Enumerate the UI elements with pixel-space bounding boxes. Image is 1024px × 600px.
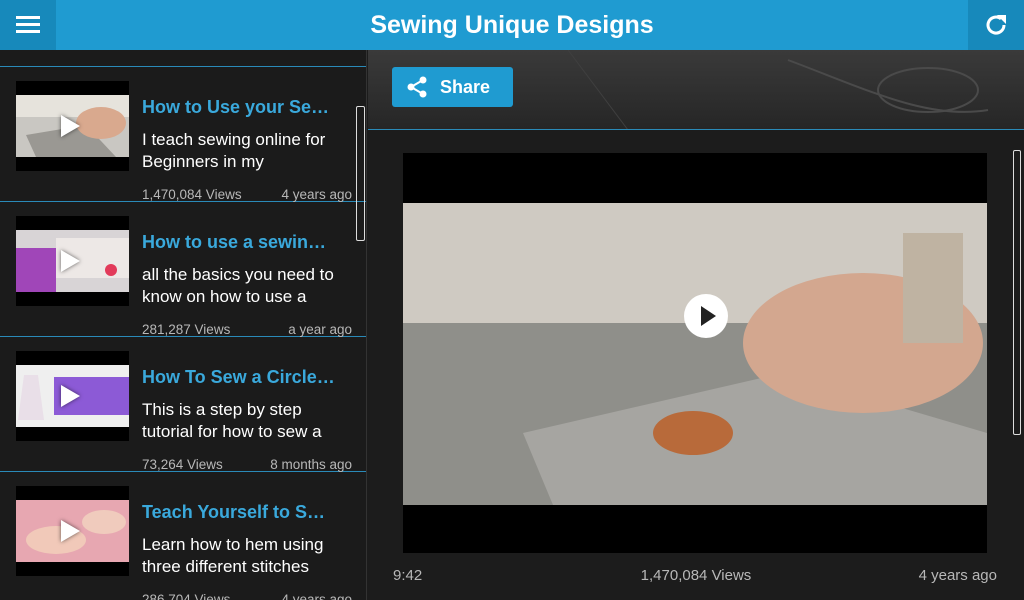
video-list[interactable]: How to Use your Se… I teach sewing onlin… <box>0 50 367 600</box>
app-title: Sewing Unique Designs <box>370 11 654 39</box>
video-thumbnail[interactable] <box>16 216 129 306</box>
panel-scrollbar[interactable] <box>1013 150 1021 435</box>
video-description: all the basics you need to know on how t… <box>142 265 334 306</box>
video-list-item[interactable]: How to Use your Se… I teach sewing onlin… <box>0 67 366 202</box>
video-title[interactable]: How To Sew a Circle… <box>142 367 352 388</box>
video-title[interactable]: Teach Yourself to S… <box>142 502 352 523</box>
play-icon <box>61 115 80 137</box>
video-age: a year ago <box>288 322 352 337</box>
video-thumbnail[interactable] <box>16 81 129 171</box>
video-title[interactable]: How to use a sewin… <box>142 232 352 253</box>
video-thumbnail[interactable] <box>16 351 129 441</box>
video-views: 286,704 Views <box>142 592 231 600</box>
video-description: This is a step by step tutorial for how … <box>142 400 322 441</box>
hamburger-menu-icon <box>16 16 40 33</box>
video-views: 73,264 Views <box>142 457 223 472</box>
play-icon <box>61 250 80 272</box>
video-title[interactable]: How to Use your Se… <box>142 97 352 118</box>
video-views: 281,287 Views <box>142 322 231 337</box>
list-scrollbar[interactable] <box>356 106 365 241</box>
app-header: Sewing Unique Designs <box>0 0 1024 50</box>
share-label: Share <box>440 76 491 97</box>
video-list-item[interactable]: How to use a sewin… all the basics you n… <box>0 202 366 337</box>
video-age: 8 months ago <box>270 457 352 472</box>
share-bar: Share <box>368 50 1024 130</box>
share-button[interactable]: Share <box>392 67 513 107</box>
video-upload-age: 4 years ago <box>918 567 997 584</box>
play-button[interactable] <box>684 294 728 338</box>
play-icon <box>61 385 80 407</box>
video-views: 1,470,084 Views <box>142 187 242 202</box>
play-icon <box>61 520 80 542</box>
video-thumbnail[interactable] <box>16 486 129 576</box>
menu-button[interactable] <box>0 0 56 50</box>
video-description: Learn how to hem using three different s… <box>142 535 324 576</box>
refresh-icon <box>986 15 1006 35</box>
video-detail-panel: Share 9:42 1,470,084 Views 4 years ago <box>368 50 1024 600</box>
refresh-button[interactable] <box>968 0 1024 50</box>
video-frame <box>403 203 987 505</box>
video-age: 4 years ago <box>281 592 352 600</box>
video-list-item[interactable]: Teach Yourself to S… Learn how to hem us… <box>0 472 366 600</box>
video-age: 4 years ago <box>281 187 352 202</box>
video-list-item[interactable]: How To Sew a Circle… This is a step by s… <box>0 337 366 472</box>
video-description: I teach sewing online for Beginners in m… <box>142 130 326 171</box>
share-icon <box>407 76 427 98</box>
video-player[interactable] <box>403 153 987 553</box>
